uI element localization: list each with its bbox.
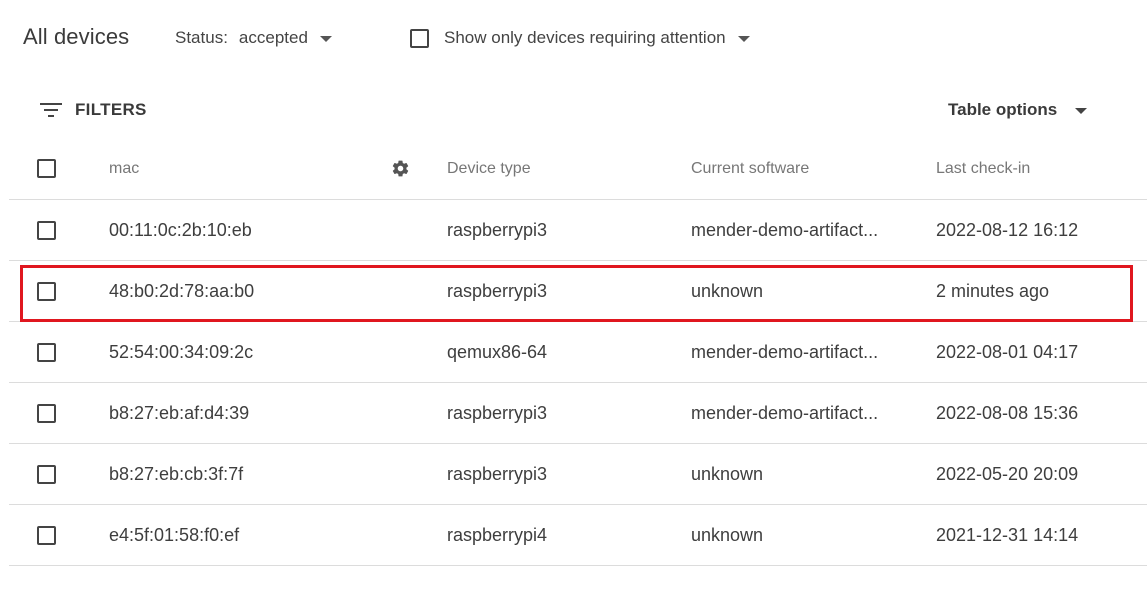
row-select-cell <box>37 200 56 260</box>
cell-current-software: mender-demo-artifact... <box>691 383 906 443</box>
cell-mac: b8:27:eb:af:d4:39 <box>109 402 250 423</box>
cell-mac: 00:11:0c:2b:10:eb <box>109 219 252 240</box>
row-select-cell <box>37 383 56 443</box>
column-header-current-software[interactable]: Current software <box>691 138 906 199</box>
column-header-device-type[interactable]: Device type <box>447 138 531 199</box>
cell-current-software-text: mender-demo-artifact... <box>691 219 879 240</box>
table-options-button[interactable]: Table options <box>948 100 1088 120</box>
status-filter-dropdown[interactable]: Status: accepted <box>175 28 332 48</box>
cell-device-type: raspberrypi3 <box>447 219 548 240</box>
devices-header: All devices Status: accepted Show only d… <box>0 0 1147 76</box>
cell-device-type: raspberrypi3 <box>447 463 548 484</box>
page-title: All devices <box>23 24 130 49</box>
cell-mac: 52:54:00:34:09:2c <box>109 341 254 362</box>
table-options-label: Table options <box>948 100 1058 119</box>
cell-last-checkin: 2022-05-20 20:09 <box>936 463 1079 484</box>
cell-mac: 48:b0:2d:78:aa:b0 <box>109 280 255 301</box>
table-row[interactable]: e4:5f:01:58:f0:ef raspberrypi4 unknown 2… <box>9 505 1147 566</box>
caret-down-icon <box>319 35 332 42</box>
table-row[interactable]: 00:11:0c:2b:10:eb raspberrypi3 mender-de… <box>9 200 1147 261</box>
status-filter-label: Status: <box>175 28 228 47</box>
column-header-last-checkin[interactable]: Last check-in <box>936 138 1030 199</box>
cell-device-type: qemux86-64 <box>447 341 548 362</box>
row-select-cell <box>37 261 56 321</box>
cell-mac: b8:27:eb:cb:3f:7f <box>109 463 244 484</box>
caret-down-icon[interactable] <box>737 35 750 42</box>
cell-device-type: raspberrypi3 <box>447 402 548 423</box>
cell-current-software: mender-demo-artifact... <box>691 200 906 260</box>
cell-current-software: unknown <box>691 444 906 504</box>
filters-button[interactable]: FILTERS <box>40 100 147 120</box>
cell-current-software-text: mender-demo-artifact... <box>691 402 879 423</box>
cell-current-software-text: mender-demo-artifact... <box>691 341 879 362</box>
row-checkbox[interactable] <box>37 464 56 484</box>
attention-filter[interactable]: Show only devices requiring attention <box>410 28 750 48</box>
attention-filter-label: Show only devices requiring attention <box>444 28 726 47</box>
cell-last-checkin: 2022-08-08 15:36 <box>936 402 1079 423</box>
filters-label: FILTERS <box>75 100 147 119</box>
row-select-cell <box>37 444 56 504</box>
row-checkbox[interactable] <box>37 220 56 240</box>
table-row[interactable]: b8:27:eb:af:d4:39 raspberrypi3 mender-de… <box>9 383 1147 444</box>
cell-last-checkin: 2 minutes ago <box>936 280 1050 301</box>
cell-current-software-text: unknown <box>691 463 764 484</box>
row-checkbox[interactable] <box>37 403 56 423</box>
table-row[interactable]: 48:b0:2d:78:aa:b0 raspberrypi3 unknown 2… <box>9 261 1147 322</box>
row-select-cell <box>37 322 56 382</box>
row-checkbox[interactable] <box>37 281 56 301</box>
cell-current-software: unknown <box>691 261 906 321</box>
cell-current-software-text: unknown <box>691 524 764 545</box>
cell-last-checkin: 2021-12-31 14:14 <box>936 524 1079 545</box>
filter-list-icon <box>40 103 62 117</box>
cell-current-software-text: unknown <box>691 280 764 301</box>
cell-current-software: mender-demo-artifact... <box>691 322 906 382</box>
column-header-mac[interactable]: mac <box>109 138 139 199</box>
status-filter-value: accepted <box>238 28 308 47</box>
row-checkbox[interactable] <box>37 342 56 362</box>
cell-device-type: raspberrypi3 <box>447 280 548 301</box>
table-row[interactable]: b8:27:eb:cb:3f:7f raspberrypi3 unknown 2… <box>9 444 1147 505</box>
gear-icon[interactable] <box>391 159 410 178</box>
cell-last-checkin: 2022-08-12 16:12 <box>936 219 1079 240</box>
cell-mac: e4:5f:01:58:f0:ef <box>109 524 240 545</box>
cell-current-software: unknown <box>691 505 906 565</box>
table-row[interactable]: 52:54:00:34:09:2c qemux86-64 mender-demo… <box>9 322 1147 383</box>
cell-device-type: raspberrypi4 <box>447 524 548 545</box>
attention-checkbox[interactable] <box>410 28 429 48</box>
caret-down-icon <box>1075 107 1088 114</box>
select-all-cell <box>37 138 56 199</box>
devices-table: mac Device type Current software Last ch… <box>9 138 1147 566</box>
select-all-checkbox[interactable] <box>37 159 56 178</box>
row-select-cell <box>37 505 56 565</box>
cell-last-checkin: 2022-08-01 04:17 <box>936 341 1079 362</box>
table-header-row: mac Device type Current software Last ch… <box>9 138 1147 200</box>
row-checkbox[interactable] <box>37 525 56 545</box>
column-settings-cell <box>391 138 410 199</box>
